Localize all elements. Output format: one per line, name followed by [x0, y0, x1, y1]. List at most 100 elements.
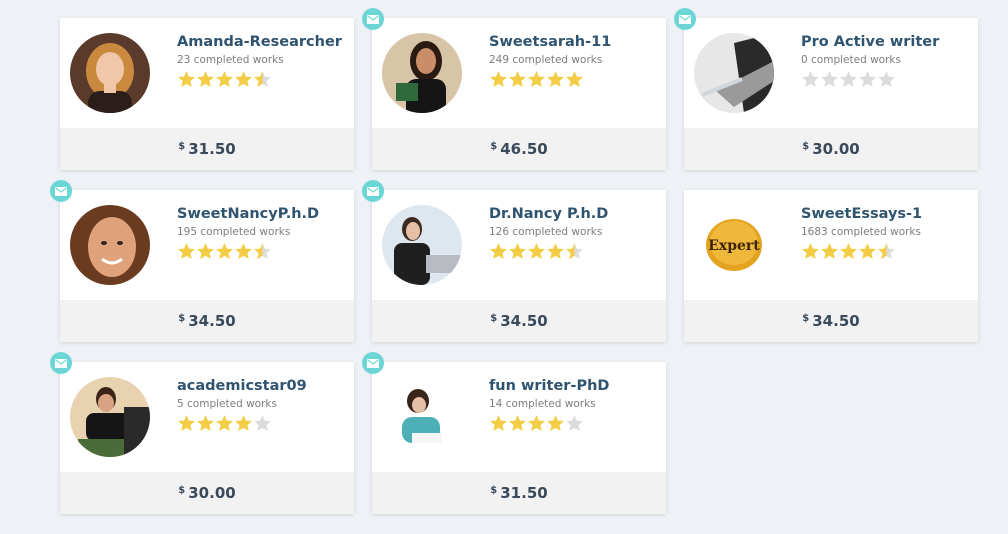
writer-name[interactable]: Amanda-Researcher	[177, 34, 342, 50]
star-icon	[566, 415, 583, 431]
currency-symbol: $	[178, 485, 186, 496]
star-icon	[802, 243, 819, 259]
currency-symbol: $	[802, 313, 810, 324]
writer-name[interactable]: fun writer-PhD	[489, 378, 609, 394]
writer-completed-works: 195 completed works	[177, 226, 291, 238]
writer-completed-works: 126 completed works	[489, 226, 603, 238]
star-icon	[878, 71, 895, 87]
star-icon	[878, 243, 895, 259]
currency-symbol: $	[490, 485, 498, 496]
writer-card[interactable]: Dr.Nancy P.h.D 126 completed works $34.50	[372, 190, 666, 342]
writer-card-body: SweetNancyP.h.D 195 completed works	[60, 190, 354, 300]
star-icon	[178, 415, 195, 431]
writer-name[interactable]: Pro Active writer	[801, 34, 939, 50]
star-icon	[528, 415, 545, 431]
star-icon	[802, 71, 819, 87]
star-icon	[178, 243, 195, 259]
star-icon	[840, 243, 857, 259]
writer-avatar[interactable]	[382, 33, 462, 113]
star-icon	[821, 71, 838, 87]
writer-price-bar[interactable]: $34.50	[372, 300, 666, 342]
writer-avatar[interactable]: Expert	[694, 205, 774, 285]
writer-avatar[interactable]	[694, 33, 774, 113]
writer-card-body: Pro Active writer 0 completed works	[684, 18, 978, 128]
star-icon	[547, 243, 564, 259]
writer-price-bar[interactable]: $31.50	[372, 472, 666, 514]
currency-symbol: $	[178, 141, 186, 152]
price-value: 34.50	[188, 312, 236, 330]
writer-card-body: Sweetsarah-11 249 completed works	[372, 18, 666, 128]
svg-text:Expert: Expert	[708, 238, 760, 254]
writer-name[interactable]: SweetNancyP.h.D	[177, 206, 319, 222]
star-icon	[197, 243, 214, 259]
star-icon	[197, 71, 214, 87]
writer-card-body: Amanda-Researcher 23 completed works	[60, 18, 354, 128]
writer-price: $31.50	[490, 484, 547, 502]
writer-name[interactable]: Sweetsarah-11	[489, 34, 611, 50]
star-icon	[566, 243, 583, 259]
star-icon	[235, 415, 252, 431]
writer-price-bar[interactable]: $34.50	[60, 300, 354, 342]
star-icon	[821, 243, 838, 259]
rating-stars	[801, 70, 896, 90]
writer-avatar[interactable]	[382, 377, 462, 457]
writer-price-bar[interactable]: $30.00	[60, 472, 354, 514]
price-value: 46.50	[500, 140, 548, 158]
star-icon	[490, 415, 507, 431]
writer-completed-works: 1683 completed works	[801, 226, 921, 238]
star-icon	[859, 71, 876, 87]
writer-completed-works: 23 completed works	[177, 54, 284, 66]
writer-price-bar[interactable]: $34.50	[684, 300, 978, 342]
star-icon	[216, 71, 233, 87]
writer-price: $30.00	[802, 140, 859, 158]
writer-card-body: academicstar09 5 completed works	[60, 362, 354, 472]
star-icon	[566, 71, 583, 87]
writer-name[interactable]: Dr.Nancy P.h.D	[489, 206, 608, 222]
writer-price-bar[interactable]: $30.00	[684, 128, 978, 170]
star-icon	[197, 415, 214, 431]
rating-stars	[801, 242, 896, 262]
star-icon	[216, 415, 233, 431]
writer-completed-works: 249 completed works	[489, 54, 603, 66]
writer-card-body: fun writer-PhD 14 completed works	[372, 362, 666, 472]
price-value: 31.50	[188, 140, 236, 158]
writer-avatar[interactable]	[382, 205, 462, 285]
mail-icon[interactable]	[362, 352, 384, 374]
writer-card[interactable]: Amanda-Researcher 23 completed works $31.5…	[60, 18, 354, 170]
writer-card[interactable]: Expert SweetEssays-1 1683 completed works…	[684, 190, 978, 342]
star-icon	[509, 415, 526, 431]
writer-avatar[interactable]	[70, 205, 150, 285]
mail-icon[interactable]	[50, 352, 72, 374]
star-icon	[490, 243, 507, 259]
star-icon	[509, 243, 526, 259]
star-icon	[254, 415, 271, 431]
mail-icon[interactable]	[362, 180, 384, 202]
writer-price-bar[interactable]: $46.50	[372, 128, 666, 170]
writer-card[interactable]: Pro Active writer 0 completed works $30.00	[684, 18, 978, 170]
star-icon	[509, 71, 526, 87]
writer-avatar[interactable]	[70, 377, 150, 457]
writer-avatar[interactable]	[70, 33, 150, 113]
star-icon	[254, 243, 271, 259]
mail-icon[interactable]	[674, 8, 696, 30]
writer-card[interactable]: Sweetsarah-11 249 completed works $46.50	[372, 18, 666, 170]
writer-completed-works: 14 completed works	[489, 398, 596, 410]
star-icon	[547, 415, 564, 431]
mail-icon[interactable]	[50, 180, 72, 202]
star-icon	[178, 71, 195, 87]
star-icon	[235, 243, 252, 259]
writer-price-bar[interactable]: $31.50	[60, 128, 354, 170]
writer-card[interactable]: academicstar09 5 completed works $30.00	[60, 362, 354, 514]
rating-stars	[177, 414, 272, 434]
writer-card[interactable]: fun writer-PhD 14 completed works $31.50	[372, 362, 666, 514]
writer-name[interactable]: SweetEssays-1	[801, 206, 922, 222]
writer-card[interactable]: SweetNancyP.h.D 195 completed works $34.50	[60, 190, 354, 342]
mail-icon[interactable]	[362, 8, 384, 30]
price-value: 34.50	[500, 312, 548, 330]
rating-stars	[177, 70, 272, 90]
writer-name[interactable]: academicstar09	[177, 378, 307, 394]
price-value: 30.00	[188, 484, 236, 502]
currency-symbol: $	[802, 141, 810, 152]
star-icon	[840, 71, 857, 87]
writer-price: $30.00	[178, 484, 235, 502]
